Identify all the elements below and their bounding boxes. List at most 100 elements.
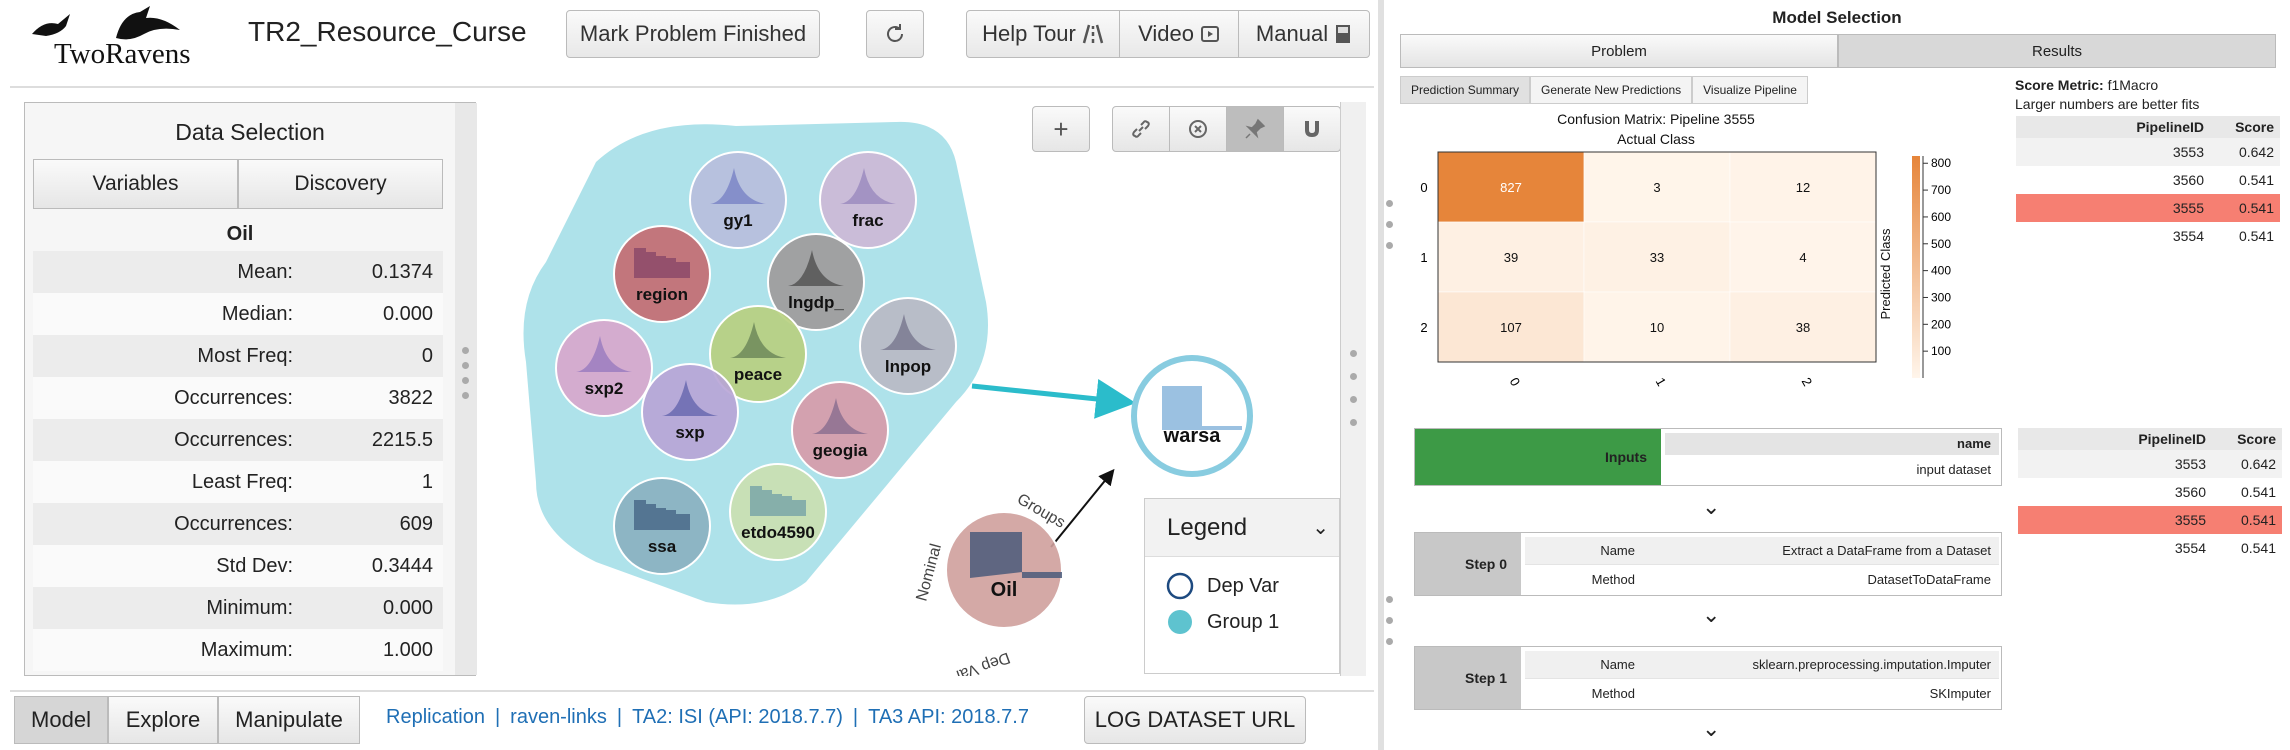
tab-visualize-pipeline[interactable]: Visualize Pipeline <box>1692 76 1808 104</box>
graph-node-geogia[interactable]: geogia <box>791 381 889 479</box>
pipeline-id: 3560 <box>2174 484 2206 500</box>
inputs-table: name input dataset <box>1665 429 1999 485</box>
legend-item-dep-var: Dep Var <box>1145 571 1339 601</box>
pipeline-row[interactable]: 3555 0.541 <box>2018 506 2282 534</box>
tab-explore[interactable]: Explore <box>108 696 218 744</box>
stat-row: Least Freq: 1 <box>33 461 443 503</box>
graph-node-oil[interactable]: Oil <box>945 511 1063 629</box>
play-icon <box>1200 26 1219 42</box>
step-method-key: Method <box>1591 571 1635 587</box>
stat-value: 3822 <box>388 386 434 409</box>
pipeline-id: 3555 <box>2174 512 2206 528</box>
link-raven-links[interactable]: raven-links <box>510 706 607 728</box>
data-selection-tabs: Variables Discovery <box>33 159 443 209</box>
graph-node-etdo4590[interactable]: etdo4590 <box>729 463 827 561</box>
pipeline-row[interactable]: 3560 0.541 <box>2016 166 2280 194</box>
oil-nominal-label[interactable]: Nominal <box>913 542 945 603</box>
score-metric-label: Score Metric: <box>2015 77 2104 93</box>
tab-model[interactable]: Model <box>14 696 108 744</box>
refresh-button[interactable] <box>866 10 924 58</box>
manual-label: Manual <box>1255 21 1329 46</box>
graph-node-lnpop[interactable]: lnpop <box>859 297 957 395</box>
stat-row: Std Dev: 0.3444 <box>33 545 443 587</box>
node-label: gy1 <box>723 211 752 230</box>
pipeline-step-box[interactable]: Step 1 Name sklearn.preprocessing.imputati… <box>1414 646 2002 710</box>
pipeline-score-table-top: PipelineID Score 3553 0.642 3560 0.541 3555 0.5… <box>2016 116 2280 250</box>
node-label: frac <box>852 211 883 230</box>
magnet-icon <box>1305 121 1319 137</box>
stat-row: Occurrences: 2215.5 <box>33 419 443 461</box>
node-label: etdo4590 <box>741 523 815 542</box>
stat-label: Occurrences: <box>174 386 293 409</box>
pin-button[interactable] <box>1226 106 1284 152</box>
tab-discovery[interactable]: Discovery <box>238 159 443 209</box>
panel-divider[interactable] <box>1378 0 1384 750</box>
chart-xlabel: Actual Class <box>1617 131 1695 147</box>
link-replication[interactable]: Replication <box>386 706 485 728</box>
link-ta2[interactable]: TA2: ISI (API: 2018.7.7) <box>632 706 843 728</box>
pipeline-score: 0.541 <box>2238 200 2274 216</box>
node-label: lnpop <box>885 357 931 376</box>
tab-manipulate[interactable]: Manipulate <box>218 696 360 744</box>
graph-right-rail[interactable] <box>1340 102 1366 676</box>
legend-title: Legend <box>1167 513 1248 541</box>
pipeline-row[interactable]: 3554 0.541 <box>2018 534 2282 562</box>
link-button[interactable] <box>1112 106 1170 152</box>
link-ta3[interactable]: TA3 API: 2018.7.7 <box>868 706 1029 728</box>
inputs-header: name <box>1665 433 1999 455</box>
graph-node-sxp[interactable]: sxp <box>641 363 739 461</box>
magnet-button[interactable] <box>1283 106 1341 152</box>
pipeline-row[interactable]: 3554 0.541 <box>2016 222 2280 250</box>
tworavens-logo: TwoRavens <box>30 4 191 70</box>
tab-prediction-summary[interactable]: Prediction Summary <box>1400 76 1531 104</box>
pipeline-id: 3560 <box>2172 172 2204 188</box>
stat-value: 0.3444 <box>371 554 433 577</box>
graph-node-frac[interactable]: frac <box>819 151 917 249</box>
video-button[interactable]: Video <box>1119 10 1239 58</box>
manual-button[interactable]: Manual <box>1238 10 1370 58</box>
header-pipeline-id: PipelineID <box>2136 119 2204 135</box>
pipeline-row[interactable]: 3555 0.541 <box>2016 194 2280 222</box>
graph-node-warsa[interactable]: warsa <box>1131 355 1253 477</box>
mark-problem-finished-button[interactable]: Mark Problem Finished <box>566 10 820 58</box>
pipeline-row[interactable]: 3553 0.642 <box>2016 138 2280 166</box>
matrix-cell-value: 10 <box>1650 320 1664 335</box>
oil-depvar-label[interactable]: Dep Var <box>952 649 1012 676</box>
add-variable-button[interactable]: + <box>1032 106 1090 152</box>
graph-node-sxp2[interactable]: sxp2 <box>555 319 653 417</box>
oil-to-dep-arrow[interactable] <box>1050 468 1115 548</box>
group-to-dep-arrow[interactable] <box>971 379 1136 419</box>
node-label: sxp <box>675 423 704 442</box>
footer-links: Replication | raven-links | TA2: ISI (API: 2… <box>386 706 1029 728</box>
book-icon <box>1336 25 1351 43</box>
pipeline-id: 3553 <box>2172 144 2204 160</box>
project-title: TR2_Resource_Curse <box>248 16 527 47</box>
tab-variables[interactable]: Variables <box>33 159 238 209</box>
chevron-down-icon[interactable]: ⌄ <box>1312 515 1329 540</box>
graph-node-gy1[interactable]: gy1 <box>689 151 787 249</box>
colorbar-tick-label: 100 <box>1931 344 1951 358</box>
link-icon <box>1132 120 1150 138</box>
data-selection-scrollbar[interactable] <box>455 103 477 675</box>
inputs-label: Inputs <box>1415 429 1661 485</box>
log-dataset-url-button[interactable]: LOG DATASET URL <box>1084 696 1306 744</box>
chevron-down-icon: ⌄ <box>1702 494 1721 519</box>
graph-node-ssa[interactable]: ssa <box>613 477 711 575</box>
tab-results[interactable]: Results <box>1838 34 2276 68</box>
row-tick-label: 2 <box>1420 320 1427 335</box>
pipeline-step-box[interactable]: Step 0 Name Extract a DataFrame from a Dat… <box>1414 532 2002 596</box>
pipeline-row[interactable]: 3553 0.642 <box>2018 450 2282 478</box>
graph-node-region[interactable]: region <box>613 225 711 323</box>
tab-generate-predictions[interactable]: Generate New Predictions <box>1530 76 1693 104</box>
graph-rail-grip[interactable] <box>1350 350 1357 426</box>
stat-value: 0.1374 <box>371 260 433 283</box>
node-label: sxp2 <box>585 379 624 398</box>
results-grip-bottom[interactable] <box>1386 596 1393 645</box>
legend-header[interactable]: Legend ⌄ <box>1145 499 1339 557</box>
clear-button[interactable] <box>1169 106 1227 152</box>
pipeline-row[interactable]: 3560 0.541 <box>2018 478 2282 506</box>
help-tour-button[interactable]: Help Tour <box>966 10 1120 58</box>
resize-grip[interactable] <box>462 347 469 399</box>
tab-problem[interactable]: Problem <box>1400 34 1838 68</box>
pipeline-score: 0.541 <box>2238 228 2274 244</box>
